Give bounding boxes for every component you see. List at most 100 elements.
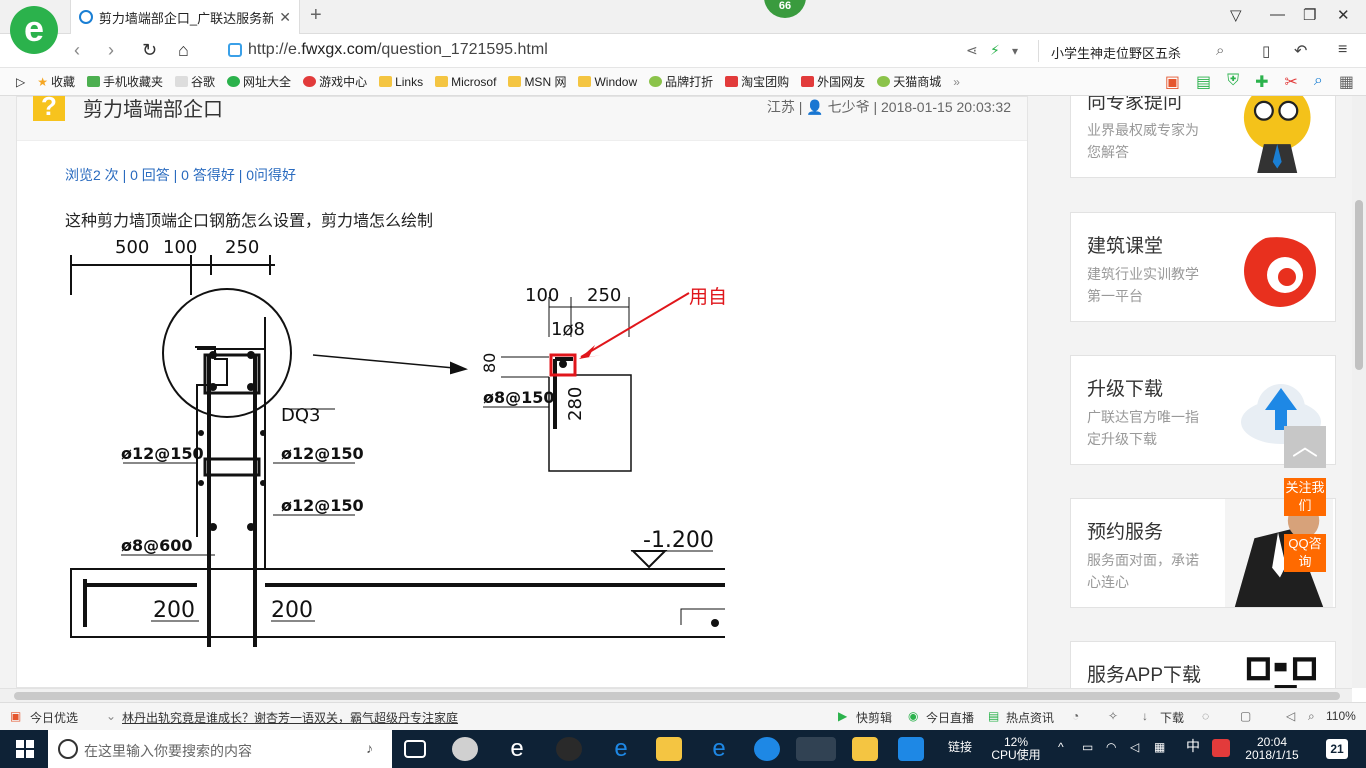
network-icon[interactable]: ◠: [1106, 741, 1116, 754]
task-view-icon[interactable]: [404, 740, 426, 758]
search-icon[interactable]: ⌕: [1216, 42, 1224, 59]
microphone-icon[interactable]: ♪: [366, 740, 373, 756]
vertical-scrollbar[interactable]: [1352, 96, 1366, 688]
bookmark-games[interactable]: 游戏中心: [299, 73, 371, 90]
download-link[interactable]: 下载: [1160, 709, 1184, 726]
restore-button[interactable]: ❐: [1303, 6, 1316, 24]
plus-app-icon[interactable]: [898, 737, 924, 761]
bookmark-mobile[interactable]: 手机收藏夹: [83, 73, 167, 90]
close-window-button[interactable]: ✕: [1337, 6, 1350, 24]
wall-detail-drawing[interactable]: 500 100 250 100 250 1ø8 DQ3 -1.200 200 2…: [65, 237, 725, 647]
bookmark-sites[interactable]: 网址大全: [223, 73, 295, 90]
mobile-icon[interactable]: ▯: [1262, 42, 1270, 60]
zoom-level[interactable]: 110%: [1326, 709, 1356, 723]
hot-news-link[interactable]: 热点资讯: [1006, 709, 1054, 726]
quick-edit-link[interactable]: 快剪辑: [856, 709, 892, 726]
home-icon[interactable]: ⌂: [178, 40, 189, 61]
new-tab-button[interactable]: +: [310, 4, 322, 27]
ie-app-icon[interactable]: e: [504, 737, 530, 761]
notification-badge[interactable]: 66: [764, 0, 806, 18]
menu-icon[interactable]: ≡: [1338, 41, 1347, 59]
tab-close-icon[interactable]: ✕: [279, 9, 291, 26]
links-toolbar[interactable]: 链接: [948, 741, 972, 754]
ime-indicator[interactable]: 中: [1186, 739, 1200, 753]
bookmark-google[interactable]: 谷歌: [171, 73, 219, 90]
file-explorer-icon[interactable]: [656, 737, 682, 761]
zoom-icon[interactable]: ⌕: [1308, 709, 1315, 724]
settings-icon[interactable]: ✧: [1108, 709, 1118, 723]
more-bookmarks-icon[interactable]: »: [949, 75, 964, 89]
windows-start-icon[interactable]: [16, 740, 34, 758]
book-icon[interactable]: ▤: [1196, 72, 1211, 92]
news-ticker-link[interactable]: 林丹出轨究竟是谁成长？谢杏芳一语双关，霸气超级丹专注家庭: [122, 709, 458, 726]
sidebar-toggle-icon[interactable]: ▷: [12, 75, 29, 89]
browser-360-taskbar-icon[interactable]: [796, 737, 836, 761]
undo-icon[interactable]: ↶: [1294, 41, 1307, 61]
lightning-icon[interactable]: ⚡: [990, 42, 1000, 59]
forward-icon[interactable]: ›: [108, 40, 114, 61]
window-icon[interactable]: ▢: [1240, 709, 1251, 723]
tray-chevron-icon[interactable]: ^: [1058, 741, 1064, 754]
notes-app-icon[interactable]: [852, 737, 878, 761]
qq-consult-button[interactable]: QQ咨询: [1284, 534, 1326, 572]
clean-icon[interactable]: ◌: [1202, 709, 1209, 723]
chevron-down-icon[interactable]: ⌄: [106, 709, 116, 723]
horizontal-scrollbar[interactable]: [0, 688, 1352, 702]
bookmark-windows[interactable]: Window: [574, 75, 641, 89]
question-stats[interactable]: 浏览2 次 | 0 回答 | 0 答得好 | 0问得好: [65, 165, 296, 185]
bookmark-label: Window: [594, 74, 638, 89]
bookmark-brand[interactable]: 品牌打折: [645, 73, 717, 90]
action-center-badge[interactable]: 21: [1326, 739, 1348, 759]
follow-us-button[interactable]: 关注我们: [1284, 478, 1326, 516]
refresh-icon[interactable]: ↻: [142, 40, 157, 61]
speed-icon[interactable]: ◔: [1072, 709, 1079, 723]
sogou-ime-icon[interactable]: [1212, 739, 1230, 757]
sidebar-card-classroom[interactable]: 建筑课堂 建筑行业实训教学第一平台: [1070, 212, 1336, 322]
taskbar-search-box[interactable]: 在这里输入你要搜索的内容 ♪: [48, 730, 392, 768]
bookmark-foreign[interactable]: 外国网友: [797, 73, 869, 90]
battery-icon[interactable]: ▭: [1082, 741, 1093, 754]
search-input[interactable]: 小学生神走位野区五杀: [1038, 40, 1238, 62]
tab-active[interactable]: 剪力墙端部企口_广联达服务新干线 ✕: [70, 0, 300, 34]
back-to-top-button[interactable]: ︿: [1284, 426, 1326, 468]
scissors-icon[interactable]: ✂: [1285, 72, 1298, 92]
ie-blue-app-icon[interactable]: e: [706, 737, 732, 761]
dim-bottom-200-right: 200: [271, 598, 313, 623]
bookmark-favorites[interactable]: ★ 收藏: [33, 73, 79, 90]
zoom-icon[interactable]: ⌕: [1314, 72, 1323, 92]
sidebar-card-expert[interactable]: 向专家提问 业界最权威专家为您解答: [1070, 96, 1336, 178]
sidebar-card-app[interactable]: 服务APP下载: [1070, 641, 1336, 688]
g-app-icon[interactable]: [754, 737, 780, 761]
speaker-icon[interactable]: ◁: [1130, 741, 1139, 754]
bookmark-taobao[interactable]: 淘宝团购: [721, 73, 793, 90]
scrollbar-thumb[interactable]: [14, 692, 1340, 700]
live-link[interactable]: 今日直播: [926, 709, 974, 726]
volume-icon[interactable]: ◁: [1286, 709, 1295, 723]
sidebar-card-title: 建筑课堂: [1087, 236, 1164, 257]
chat-app-icon[interactable]: [556, 737, 582, 761]
fan-app-icon[interactable]: [452, 737, 478, 761]
bookmark-tmall[interactable]: 天猫商城: [873, 73, 945, 90]
scrollbar-thumb[interactable]: [1355, 200, 1363, 370]
back-icon[interactable]: ‹: [74, 40, 80, 61]
sidebar-card-title: 向专家提问: [1087, 96, 1183, 113]
clock[interactable]: 20:04 2018/1/15: [1242, 736, 1302, 762]
discount-icon[interactable]: ▣: [1165, 72, 1180, 92]
skin-icon[interactable]: ▽: [1230, 6, 1242, 24]
share-icon[interactable]: ⋖: [966, 42, 978, 59]
today-pick-link[interactable]: 今日优选: [30, 709, 78, 726]
grid-icon[interactable]: ▦: [1339, 72, 1354, 92]
bookmark-microsoft[interactable]: Microsof: [431, 75, 500, 89]
bookmark-msn[interactable]: MSN 网: [504, 73, 570, 90]
shield-icon[interactable]: ⛨: [1227, 72, 1239, 92]
browser-logo-icon[interactable]: e: [10, 6, 58, 54]
edge-app-icon[interactable]: e: [608, 737, 634, 761]
qr-code-icon: [1246, 657, 1317, 688]
download-icon[interactable]: ↓: [1142, 709, 1148, 723]
keyboard-icon[interactable]: ▦: [1154, 741, 1165, 754]
chevron-down-icon[interactable]: ▾: [1012, 44, 1018, 58]
url-field[interactable]: http://e.fwxgx.com/question_1721595.html: [248, 41, 548, 59]
minimize-button[interactable]: —: [1270, 6, 1285, 23]
bookmark-links[interactable]: Links: [375, 75, 427, 89]
translate-icon[interactable]: ✚: [1255, 72, 1268, 92]
